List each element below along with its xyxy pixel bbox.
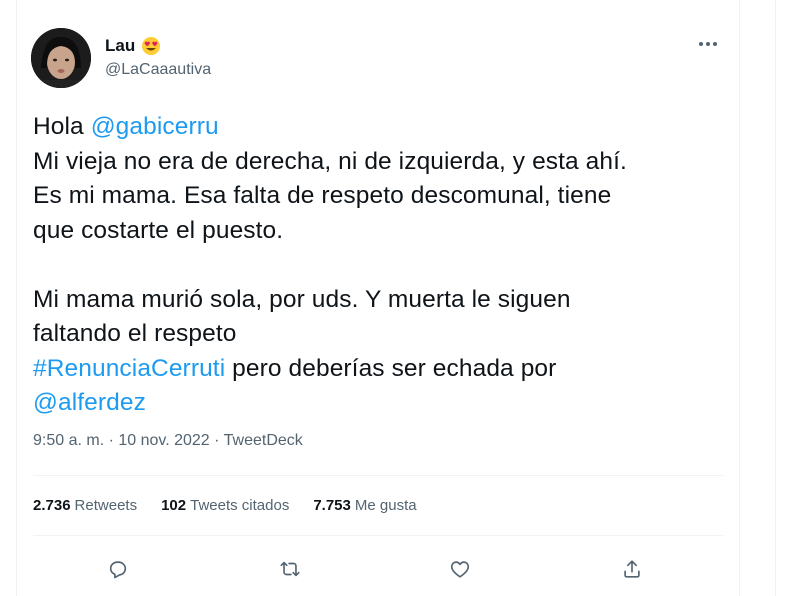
display-name-text: Lau [105,36,136,55]
tweet-text-line: faltando el respeto [33,317,723,352]
more-options-button[interactable] [695,32,721,56]
tweet-text-segment: pero deberías ser echada por [225,354,557,382]
tweet-timestamp[interactable]: 9:50 a. m. · 10 nov. 2022 · TweetDeck [33,432,303,450]
quotes-stat[interactable]: 102 Tweets citados [161,497,289,514]
tweet-text-segment: faltando el respeto [33,320,237,347]
tweet-text-line [33,248,723,283]
tweet-text-segment: Mi vieja no era de derecha, ni de izquie… [33,147,627,175]
avatar-image [31,28,91,88]
adjacent-column-border [775,0,776,596]
tweet-text-line: Es mi mama. Esa falta de respeto descomu… [33,179,723,214]
like-button[interactable] [443,552,477,586]
divider [33,535,723,536]
reply-button[interactable] [101,552,135,586]
tweet-text-segment: Hola [33,113,91,140]
tweet-text-line: #RenunciaCerruti pero deberías ser echad… [33,352,723,387]
divider [33,475,723,476]
mention-link[interactable]: @gabicerru [91,113,219,140]
user-handle[interactable]: @LaCaaautiva [105,61,211,79]
tweet-actions [17,550,739,590]
tweet-card: Lau @LaCaaautiva Hola @gabicerru Mi vieja… [16,0,740,596]
share-button[interactable] [615,552,649,586]
tweet-text-line: que costarte el puesto. [33,214,723,249]
avatar[interactable] [31,28,91,88]
tweet-text-segment: Mi mama murió sola, por uds. Y muerta le… [33,285,571,313]
tweet-text-segment: Es mi mama. Esa falta de respeto descomu… [33,182,612,209]
likes-stat[interactable]: 7.753 Me gusta [313,497,416,514]
heart-eyes-emoji-icon [142,37,161,55]
more-dots-icon [699,42,717,46]
tweet-text-segment: que costarte el puesto. [33,216,284,244]
mention-link[interactable]: @alferdez [33,389,146,416]
tweet-text-line: @alferdez [33,386,723,421]
retweets-label: Retweets [74,497,138,514]
display-name[interactable]: Lau [105,36,161,56]
tweet-text-line: Mi mama murió sola, por uds. Y muerta le… [33,283,723,318]
share-icon [624,560,640,578]
tweet-stats: 2.736 Retweets 102 Tweets citados 7.753 Me … [33,497,417,514]
retweets-count: 2.736 [33,497,71,514]
likes-label: Me gusta [354,497,417,514]
retweet-button[interactable] [273,552,307,586]
quotes-label: Tweets citados [190,497,290,514]
reply-icon [109,561,127,579]
retweets-stat[interactable]: 2.736 Retweets [33,497,137,514]
tweet-text-line: Mi vieja no era de derecha, ni de izquie… [33,145,723,180]
tweet-text: Hola @gabicerru Mi vieja no era de derech… [33,110,723,421]
like-icon [450,561,470,578]
likes-count: 7.753 [313,497,351,514]
retweet-icon [280,561,300,577]
quotes-count: 102 [161,497,187,514]
hashtag-link[interactable]: #RenunciaCerruti [33,355,225,382]
tweet-text-line: Hola @gabicerru [33,110,723,145]
